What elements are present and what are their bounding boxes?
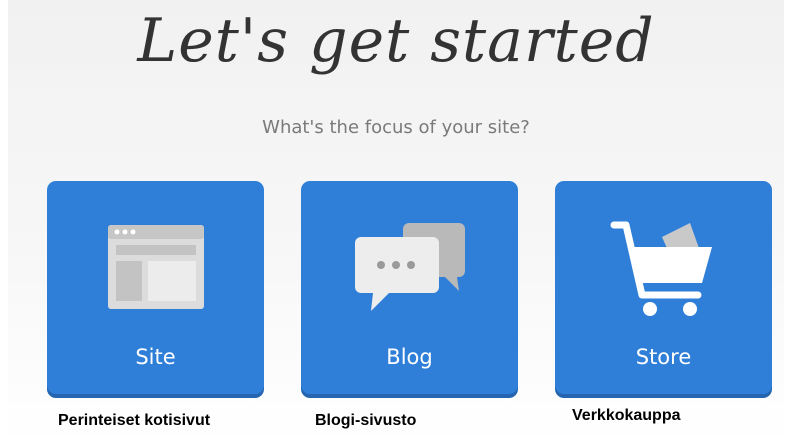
blog-option-card[interactable]: Blog [301,181,518,394]
store-caption: Verkkokauppa [572,407,681,424]
store-option-card[interactable]: Store [555,181,772,394]
store-card-label: Store [635,345,692,369]
chat-bubbles-icon [301,211,518,321]
site-caption: Perinteiset kotisivut [58,412,211,429]
browser-window-icon [47,211,264,321]
site-option-card[interactable]: Site [47,181,264,394]
page-subtitle: What's the focus of your site? [262,117,530,138]
blog-caption: Blogi-sivusto [315,412,417,429]
site-card-label: Site [135,345,176,369]
blog-card-label: Blog [386,345,433,369]
page-title: Let's get started [137,6,655,76]
shopping-cart-icon [555,211,772,321]
